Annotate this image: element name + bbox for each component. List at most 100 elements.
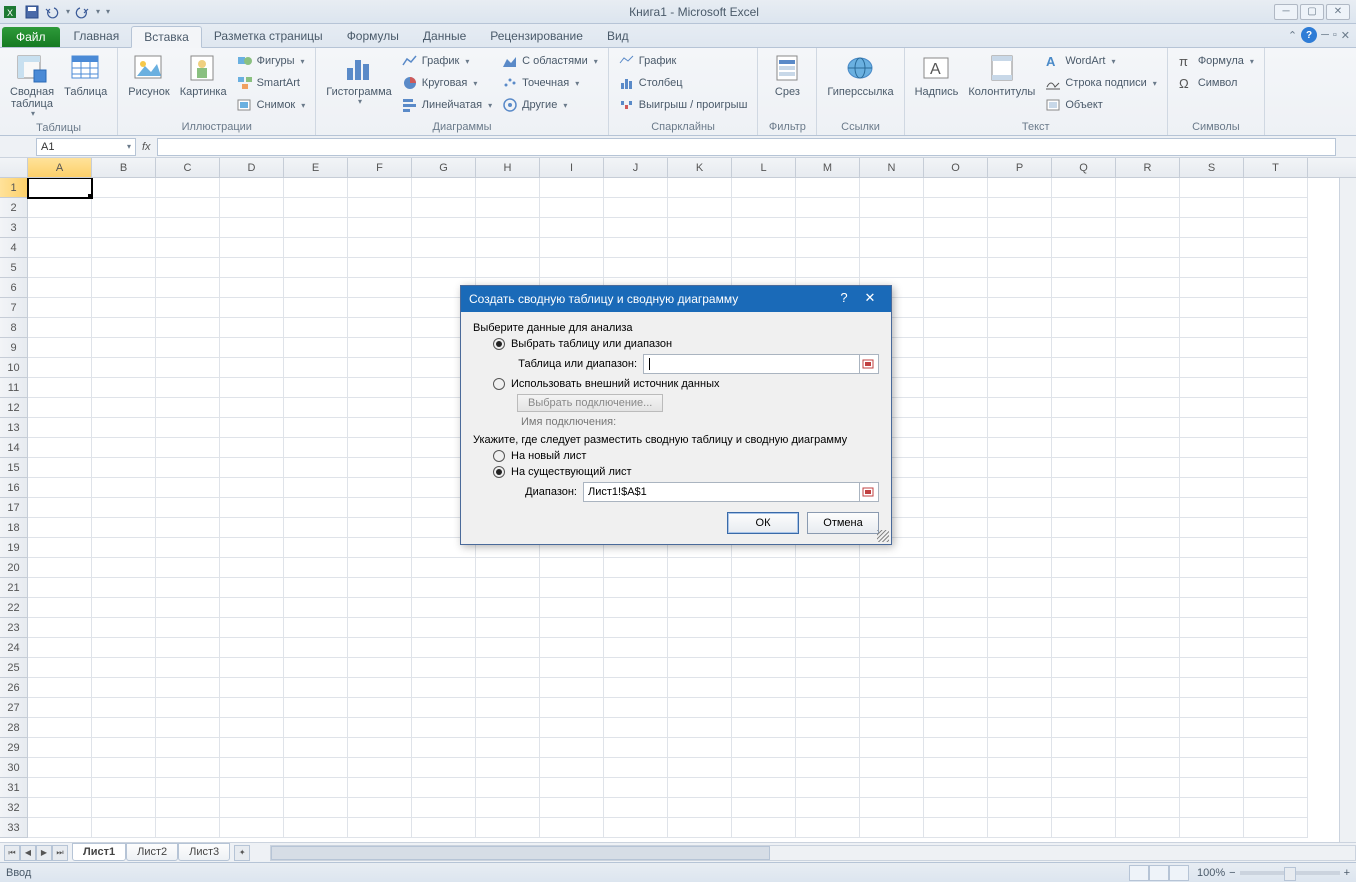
screenshot-button[interactable]: Снимок▾ xyxy=(233,94,310,116)
cell[interactable] xyxy=(348,378,412,398)
cell[interactable] xyxy=(1052,418,1116,438)
cell[interactable] xyxy=(860,818,924,838)
cell[interactable] xyxy=(668,578,732,598)
cell[interactable] xyxy=(1180,678,1244,698)
picture-button[interactable]: Рисунок xyxy=(124,50,174,100)
cell[interactable] xyxy=(1116,578,1180,598)
cell[interactable] xyxy=(28,478,92,498)
cell[interactable] xyxy=(92,338,156,358)
cell[interactable] xyxy=(1244,478,1308,498)
cell[interactable] xyxy=(540,798,604,818)
cell[interactable] xyxy=(668,598,732,618)
fx-icon[interactable]: fx xyxy=(142,141,151,153)
cell[interactable] xyxy=(988,178,1052,198)
column-header[interactable]: O xyxy=(924,158,988,177)
cell[interactable] xyxy=(796,698,860,718)
cell[interactable] xyxy=(284,638,348,658)
select-all-corner[interactable] xyxy=(0,158,28,177)
cell[interactable] xyxy=(348,358,412,378)
cell[interactable] xyxy=(28,358,92,378)
cell[interactable] xyxy=(412,218,476,238)
cell[interactable] xyxy=(988,298,1052,318)
row-header[interactable]: 15 xyxy=(0,458,28,478)
cell[interactable] xyxy=(1052,678,1116,698)
cell[interactable] xyxy=(156,678,220,698)
cell[interactable] xyxy=(220,558,284,578)
cell[interactable] xyxy=(28,298,92,318)
cell[interactable] xyxy=(924,418,988,438)
cell[interactable] xyxy=(732,638,796,658)
bar-chart-button[interactable]: Линейчатая▾ xyxy=(398,94,496,116)
cell[interactable] xyxy=(1180,518,1244,538)
tab-Вставка[interactable]: Вставка xyxy=(131,26,202,48)
cell[interactable] xyxy=(28,618,92,638)
cell[interactable] xyxy=(1116,718,1180,738)
cell[interactable] xyxy=(988,618,1052,638)
doc-close-button[interactable]: ✕ xyxy=(1341,29,1350,42)
cell[interactable] xyxy=(284,798,348,818)
zoom-level[interactable]: 100% xyxy=(1197,867,1225,879)
cell[interactable] xyxy=(732,778,796,798)
cell[interactable] xyxy=(284,678,348,698)
cell[interactable] xyxy=(668,738,732,758)
table-button[interactable]: Таблица xyxy=(60,50,111,100)
cell[interactable] xyxy=(796,798,860,818)
cell[interactable] xyxy=(796,558,860,578)
cell[interactable] xyxy=(92,578,156,598)
cell[interactable] xyxy=(1052,498,1116,518)
cell[interactable] xyxy=(1180,778,1244,798)
cell[interactable] xyxy=(284,178,348,198)
shapes-button[interactable]: Фигуры▾ xyxy=(233,50,310,72)
cell[interactable] xyxy=(988,458,1052,478)
cell[interactable] xyxy=(348,478,412,498)
cell[interactable] xyxy=(1116,338,1180,358)
cell[interactable] xyxy=(1244,238,1308,258)
cell[interactable] xyxy=(1116,638,1180,658)
cell[interactable] xyxy=(988,658,1052,678)
cell[interactable] xyxy=(924,478,988,498)
column-header[interactable]: H xyxy=(476,158,540,177)
cell[interactable] xyxy=(860,658,924,678)
cell[interactable] xyxy=(604,258,668,278)
area-chart-button[interactable]: С областями▾ xyxy=(498,50,602,72)
cell[interactable] xyxy=(1052,658,1116,678)
cell[interactable] xyxy=(732,718,796,738)
cell[interactable] xyxy=(732,818,796,838)
cell[interactable] xyxy=(924,778,988,798)
cell[interactable] xyxy=(220,338,284,358)
cell[interactable] xyxy=(476,678,540,698)
cell[interactable] xyxy=(412,558,476,578)
vertical-scrollbar[interactable] xyxy=(1339,178,1356,842)
cell[interactable] xyxy=(1244,418,1308,438)
cell[interactable] xyxy=(924,298,988,318)
cell[interactable] xyxy=(540,178,604,198)
slicer-button[interactable]: Срез xyxy=(764,50,810,100)
cell[interactable] xyxy=(156,558,220,578)
cell[interactable] xyxy=(1180,418,1244,438)
row-header[interactable]: 17 xyxy=(0,498,28,518)
cell[interactable] xyxy=(284,418,348,438)
cell[interactable] xyxy=(156,438,220,458)
cell[interactable] xyxy=(28,798,92,818)
cell[interactable] xyxy=(860,718,924,738)
cell[interactable] xyxy=(988,538,1052,558)
cell[interactable] xyxy=(156,358,220,378)
cell[interactable] xyxy=(220,178,284,198)
cell[interactable] xyxy=(1180,558,1244,578)
cell[interactable] xyxy=(156,278,220,298)
cell[interactable] xyxy=(1180,398,1244,418)
cell[interactable] xyxy=(1244,178,1308,198)
zoom-out-button[interactable]: − xyxy=(1229,867,1235,879)
cell[interactable] xyxy=(348,258,412,278)
dialog-resize-grip[interactable] xyxy=(877,530,889,542)
row-header[interactable]: 30 xyxy=(0,758,28,778)
cell[interactable] xyxy=(860,578,924,598)
new-sheet-button[interactable]: ✦ xyxy=(234,845,250,861)
cell[interactable] xyxy=(988,438,1052,458)
cell[interactable] xyxy=(796,578,860,598)
cell[interactable] xyxy=(924,318,988,338)
cell[interactable] xyxy=(924,178,988,198)
column-header[interactable]: P xyxy=(988,158,1052,177)
cell[interactable] xyxy=(1180,658,1244,678)
cell[interactable] xyxy=(28,578,92,598)
